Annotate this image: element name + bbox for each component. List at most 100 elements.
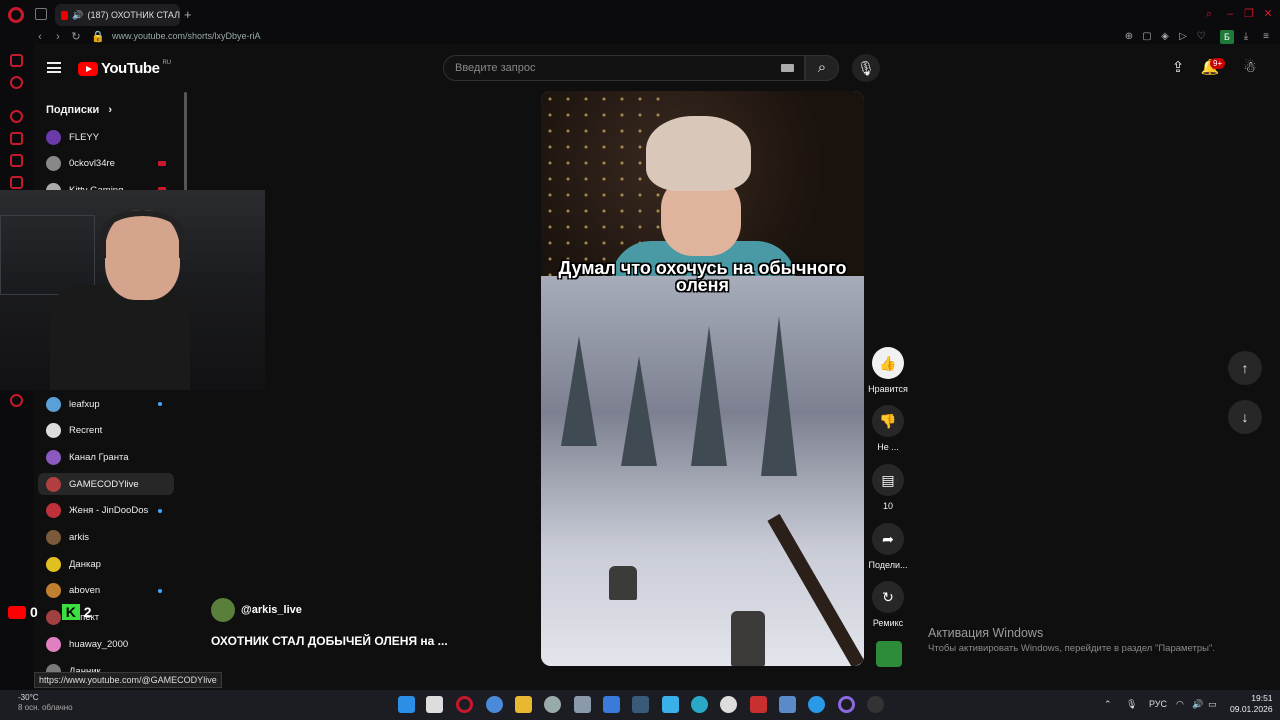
chevron-right-icon: › <box>108 104 112 116</box>
upload-icon[interactable]: ⇪ <box>1168 58 1188 78</box>
youtube-viewers: 0 <box>30 604 38 620</box>
sidebar-scrollbar[interactable] <box>184 92 187 192</box>
back-button[interactable]: ‹ <box>34 30 46 44</box>
search-button[interactable]: ⌕ <box>805 55 839 81</box>
start-icon[interactable] <box>398 696 415 713</box>
short-title[interactable]: ОХОТНИК СТАЛ ДОБЫЧЕЙ ОЛЕНЯ на ... <box>211 634 448 648</box>
app-dark-icon[interactable] <box>867 696 884 713</box>
subscriptions-header[interactable]: Подписки › <box>46 104 112 116</box>
share-button[interactable]: ➦ Подели... <box>866 523 910 570</box>
maximize-button[interactable]: ❐ <box>1243 8 1255 20</box>
channel-name: Канал Гранта <box>69 451 129 463</box>
like-button[interactable]: 👍 Нравится <box>866 347 910 394</box>
keyboard-icon[interactable] <box>781 64 794 72</box>
dislike-button[interactable]: 👎 Не ... <box>866 405 910 452</box>
profile-badge[interactable]: Б <box>1220 30 1234 44</box>
author-avatar[interactable] <box>211 598 235 622</box>
rifle <box>767 513 864 666</box>
next-short-button[interactable]: ↓ <box>1228 400 1262 434</box>
sidebar-channel-item[interactable]: 0ckovl34re <box>38 153 174 175</box>
subscriptions-label: Подписки <box>46 104 100 116</box>
volume-icon[interactable]: 🔊 <box>1192 699 1203 710</box>
search-tabs-icon[interactable]: ⌕ <box>1203 8 1215 20</box>
steam-icon[interactable] <box>632 696 649 713</box>
app-icon[interactable] <box>486 696 503 713</box>
language-indicator[interactable]: РУС <box>1149 699 1167 709</box>
channel-name: GAMECODYlive <box>69 478 139 490</box>
battery-icon[interactable]: ▭ <box>1208 699 1217 710</box>
messenger-icon[interactable] <box>10 76 23 89</box>
download-icon[interactable]: ⤓ <box>1240 31 1252 43</box>
browser-tab-active[interactable]: 🔊 (187) ОХОТНИК СТАЛ <box>55 4 180 26</box>
settings-taskbar-icon[interactable] <box>544 696 561 713</box>
comments-button[interactable]: ▤ 10 <box>866 464 910 511</box>
reload-button[interactable]: ↻ <box>70 30 82 44</box>
author-handle[interactable]: @arkis_live <box>241 604 302 616</box>
home-icon[interactable] <box>10 54 23 67</box>
media-player-icon[interactable] <box>720 696 737 713</box>
stream-counters: 0 K 2 <box>8 604 92 620</box>
todo-icon[interactable] <box>662 696 679 713</box>
task-view-icon[interactable] <box>426 696 443 713</box>
tab-workspace-icon[interactable] <box>35 8 47 20</box>
avatar <box>46 129 61 145</box>
telegram-icon[interactable] <box>808 696 825 713</box>
opera-ai-icon[interactable] <box>10 110 23 123</box>
new-tab-button[interactable]: + <box>184 7 192 22</box>
app-blue-icon[interactable] <box>779 696 796 713</box>
menu-icon[interactable]: ≡ <box>1260 31 1272 43</box>
opera-logo-icon[interactable] <box>8 7 24 23</box>
music-icon[interactable] <box>10 132 23 145</box>
shield-icon[interactable]: ◈ <box>1159 31 1171 43</box>
search-input[interactable] <box>444 56 804 80</box>
sidebar-channel-item[interactable]: Recrent <box>38 420 174 442</box>
pin-icon[interactable]: ⊕ <box>1123 31 1135 43</box>
hamburger-menu-icon[interactable] <box>47 62 61 73</box>
tray-mic-icon[interactable]: 🎙 <box>1126 699 1137 710</box>
weather-widget[interactable]: -30°C 8 осн. облачно <box>18 693 73 713</box>
twitch-icon[interactable] <box>10 154 23 167</box>
camera-icon[interactable] <box>574 696 591 713</box>
sidebar-channel-item[interactable]: Данкар <box>38 553 174 575</box>
sidebar-channel-item[interactable]: arkis <box>38 527 174 549</box>
sidebar-channel-item[interactable]: huaway_2000 <box>38 633 174 655</box>
url-field[interactable]: www.youtube.com/shorts/lxyDbye-riA <box>112 31 261 41</box>
stump <box>731 611 765 666</box>
sidebar-channel-item[interactable]: FLEYY <box>38 126 174 148</box>
previous-short-button[interactable]: ↑ <box>1228 351 1262 385</box>
clock[interactable]: 19:51 09.01.2026 <box>1230 693 1273 715</box>
voice-search-button[interactable]: 🎙 <box>852 54 880 82</box>
minimize-button[interactable]: – <box>1224 8 1236 20</box>
speaker-icon[interactable]: 🔊 <box>72 10 83 21</box>
app-red-icon[interactable] <box>750 696 767 713</box>
sidebar-channel-item[interactable]: Женя - JinDooDos <box>38 500 174 522</box>
search-box[interactable] <box>443 55 805 81</box>
close-button[interactable]: ✕ <box>1262 8 1274 20</box>
edge-icon[interactable] <box>691 696 708 713</box>
settings-icon[interactable] <box>10 394 23 407</box>
remix-button[interactable]: ↻ Ремикс <box>866 581 910 628</box>
heart-icon[interactable]: ♡ <box>1195 31 1207 43</box>
avatar[interactable]: ☃ <box>1240 58 1260 78</box>
windows-activation-text: Чтобы активировать Windows, перейдите в … <box>928 643 1215 654</box>
sidebar-channel-item[interactable]: GAMECODYlive <box>38 473 174 496</box>
sidebar-channel-item[interactable]: leafxup <box>38 393 174 415</box>
sidebar-channel-item[interactable]: aboven <box>38 580 174 602</box>
channel-avatar-thumb[interactable] <box>876 641 902 667</box>
short-video-player[interactable]: Думал что охочусь на обычного оленя <box>541 91 864 666</box>
snapshot-icon[interactable]: ▢ <box>1141 31 1153 43</box>
sidebar-channel-item[interactable]: Канал Гранта <box>38 446 174 468</box>
wifi-icon[interactable]: ◠ <box>1176 699 1184 710</box>
store-icon[interactable] <box>603 696 620 713</box>
player-icon[interactable]: ▷ <box>1177 31 1189 43</box>
vk-icon[interactable] <box>10 176 23 189</box>
remix-label: Ремикс <box>872 618 904 628</box>
date: 09.01.2026 <box>1230 704 1273 714</box>
short-author[interactable]: @arkis_live <box>211 598 302 622</box>
tray-chevron-icon[interactable]: ⌃ <box>1104 699 1112 710</box>
forward-button[interactable]: › <box>52 30 64 44</box>
opera-taskbar-icon[interactable] <box>456 696 473 713</box>
youtube-logo[interactable]: YouTube RU <box>78 60 171 77</box>
file-explorer-icon[interactable] <box>515 696 532 713</box>
app-purple-icon[interactable] <box>838 696 855 713</box>
